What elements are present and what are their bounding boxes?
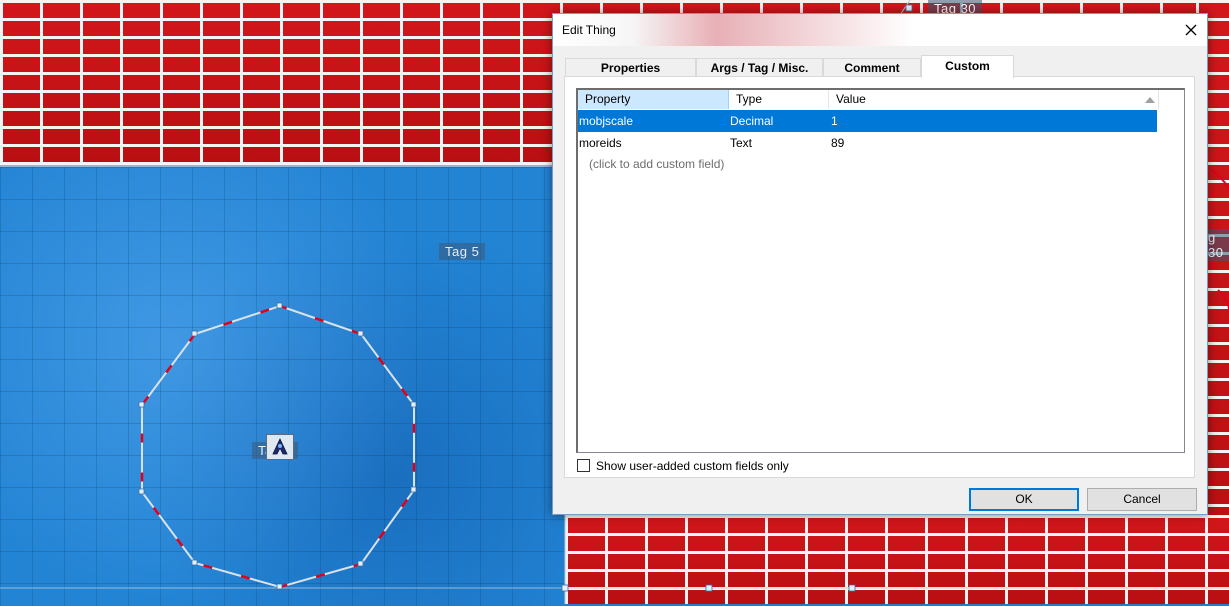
close-button[interactable] xyxy=(1175,14,1207,46)
cancel-button[interactable]: Cancel xyxy=(1087,488,1197,511)
tab-properties[interactable]: Properties xyxy=(565,58,696,76)
cell-property[interactable]: mobjscale xyxy=(579,110,633,132)
map-tag-5: Tag 5 xyxy=(439,243,486,260)
custom-fields-grid[interactable]: Property Type Value mobjscale Decimal 1 … xyxy=(576,88,1185,453)
dialog-titlebar[interactable]: Edit Thing xyxy=(553,14,1207,46)
column-header-type[interactable]: Type xyxy=(729,90,829,109)
column-header-property[interactable]: Property xyxy=(578,90,729,109)
cell-value[interactable]: 89 xyxy=(831,132,844,154)
show-user-fields-label[interactable]: Show user-added custom fields only xyxy=(596,459,789,473)
tab-comment[interactable]: Comment xyxy=(823,58,921,76)
add-custom-field-row[interactable]: (click to add custom field) xyxy=(589,157,724,171)
edit-thing-dialog: Edit Thing Properties Args / Tag / Misc.… xyxy=(552,13,1208,515)
tab-args-tag-misc[interactable]: Args / Tag / Misc. xyxy=(696,58,823,76)
table-row[interactable]: mobjscale Decimal 1 xyxy=(578,110,1157,132)
table-row[interactable]: moreids Text 89 xyxy=(578,132,1157,154)
ok-button[interactable]: OK xyxy=(969,488,1079,511)
custom-tab-panel: Property Type Value mobjscale Decimal 1 … xyxy=(564,76,1195,478)
cell-type[interactable]: Text xyxy=(730,132,752,154)
sprite-icon xyxy=(272,438,288,455)
map-tag-30-partial: g 30 xyxy=(1206,229,1229,261)
thing-sprite-icon[interactable] xyxy=(266,434,294,460)
column-header-value[interactable]: Value xyxy=(829,90,1159,109)
cell-type[interactable]: Decimal xyxy=(730,110,773,132)
close-icon xyxy=(1185,24,1197,36)
cell-value[interactable]: 1 xyxy=(831,110,838,132)
cell-property[interactable]: moreids xyxy=(579,132,622,154)
dialog-title: Edit Thing xyxy=(562,23,616,37)
show-user-fields-checkbox[interactable] xyxy=(577,459,590,472)
tab-custom[interactable]: Custom xyxy=(921,55,1014,78)
sort-ascending-icon xyxy=(1145,97,1155,103)
